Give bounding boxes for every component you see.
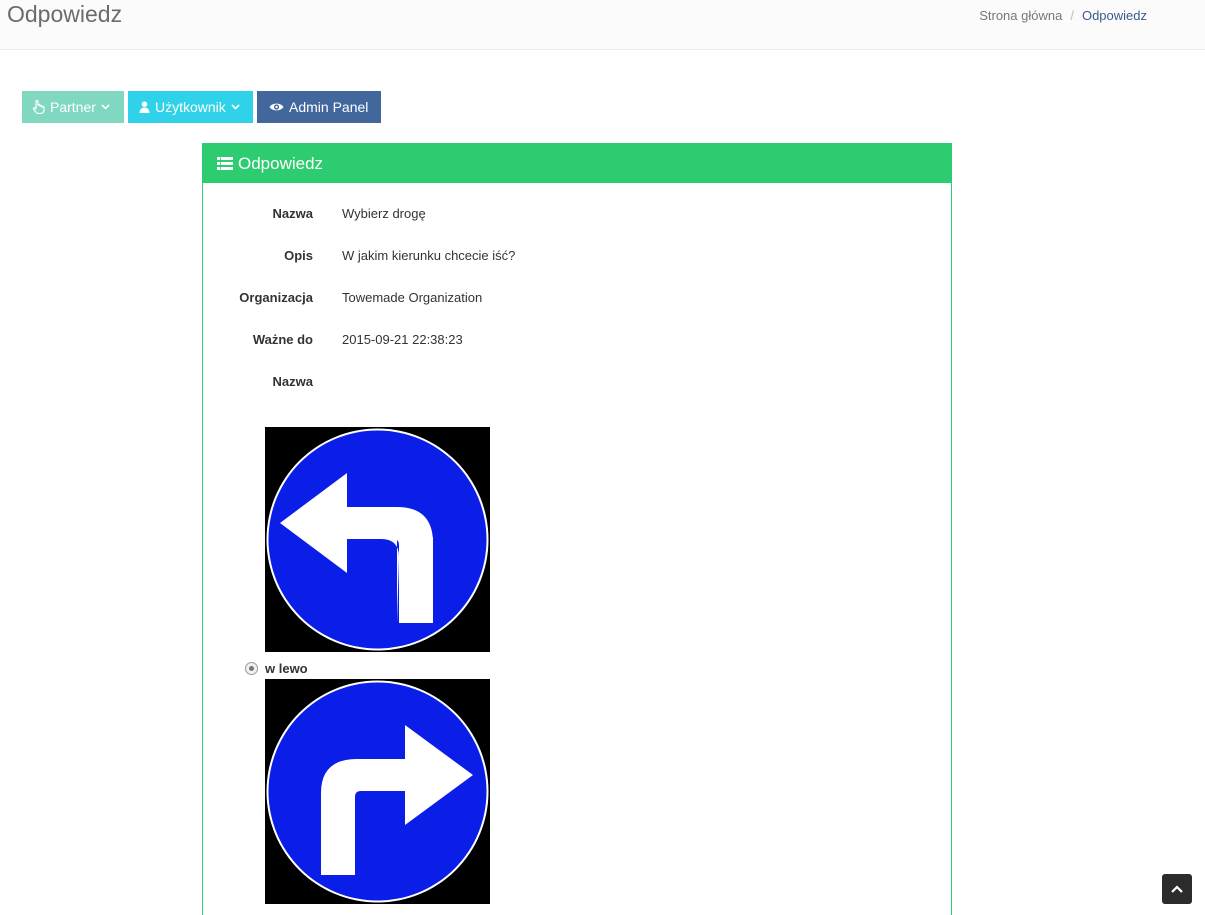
chevron-down-icon bbox=[101, 104, 110, 110]
user-dropdown-button[interactable]: Użytkownik bbox=[128, 91, 253, 123]
toolbar: Partner Użytkownik Admin Panel bbox=[22, 91, 381, 123]
field-value-name: Wybierz drogę bbox=[342, 206, 426, 221]
answer-panel: Odpowiedz Nazwa Wybierz drogę Opis W jak… bbox=[202, 143, 952, 915]
page-header: Odpowiedz Strona główna / Odpowiedz bbox=[0, 0, 1205, 50]
field-value-organization: Towemade Organization bbox=[342, 290, 483, 305]
turn-right-sign-icon bbox=[265, 679, 490, 904]
eye-icon bbox=[269, 103, 284, 111]
partner-dropdown-button[interactable]: Partner bbox=[22, 91, 124, 123]
answer-label: w lewo bbox=[265, 661, 308, 676]
field-label-answers: Nazwa bbox=[272, 374, 313, 389]
breadcrumb: Strona główna / Odpowiedz bbox=[979, 8, 1147, 23]
page-title: Odpowiedz bbox=[7, 1, 123, 27]
field-label-name: Nazwa bbox=[272, 206, 313, 221]
breadcrumb-separator: / bbox=[1070, 8, 1074, 23]
chevron-up-icon bbox=[1171, 885, 1183, 893]
breadcrumb-home-link[interactable]: Strona główna bbox=[979, 8, 1062, 23]
field-value-valid-until: 2015-09-21 22:38:23 bbox=[342, 332, 463, 347]
admin-panel-label: Admin Panel bbox=[289, 99, 369, 115]
partner-button-label: Partner bbox=[50, 99, 96, 115]
field-label-description: Opis bbox=[284, 248, 313, 263]
user-button-label: Użytkownik bbox=[155, 99, 226, 115]
field-label-organization: Organizacja bbox=[239, 290, 313, 305]
field-row-valid-until: Ważne do 2015-09-21 22:38:23 bbox=[203, 332, 951, 352]
turn-left-sign-icon bbox=[265, 427, 490, 652]
field-row-description: Opis W jakim kierunku chcecie iść? bbox=[203, 248, 951, 268]
field-label-valid-until: Ważne do bbox=[252, 332, 313, 347]
admin-panel-button[interactable]: Admin Panel bbox=[257, 91, 381, 123]
field-row-name: Nazwa Wybierz drogę bbox=[203, 206, 951, 226]
chevron-down-icon bbox=[231, 104, 240, 110]
radio-selected-dot bbox=[249, 666, 254, 671]
user-icon bbox=[139, 101, 150, 113]
hand-pointer-icon bbox=[32, 100, 45, 114]
list-icon bbox=[217, 157, 233, 170]
panel-title: Odpowiedz bbox=[238, 153, 324, 173]
answer-radio[interactable] bbox=[245, 662, 258, 675]
scroll-to-top-button[interactable] bbox=[1162, 874, 1192, 904]
field-row-answers: Nazwa bbox=[203, 374, 951, 394]
field-row-organization: Organizacja Towemade Organization bbox=[203, 290, 951, 310]
panel-heading: Odpowiedz bbox=[203, 144, 951, 183]
answer-option[interactable]: w lewo bbox=[245, 661, 308, 676]
breadcrumb-current: Odpowiedz bbox=[1081, 8, 1147, 23]
field-value-description: W jakim kierunku chcecie iść? bbox=[342, 248, 516, 263]
